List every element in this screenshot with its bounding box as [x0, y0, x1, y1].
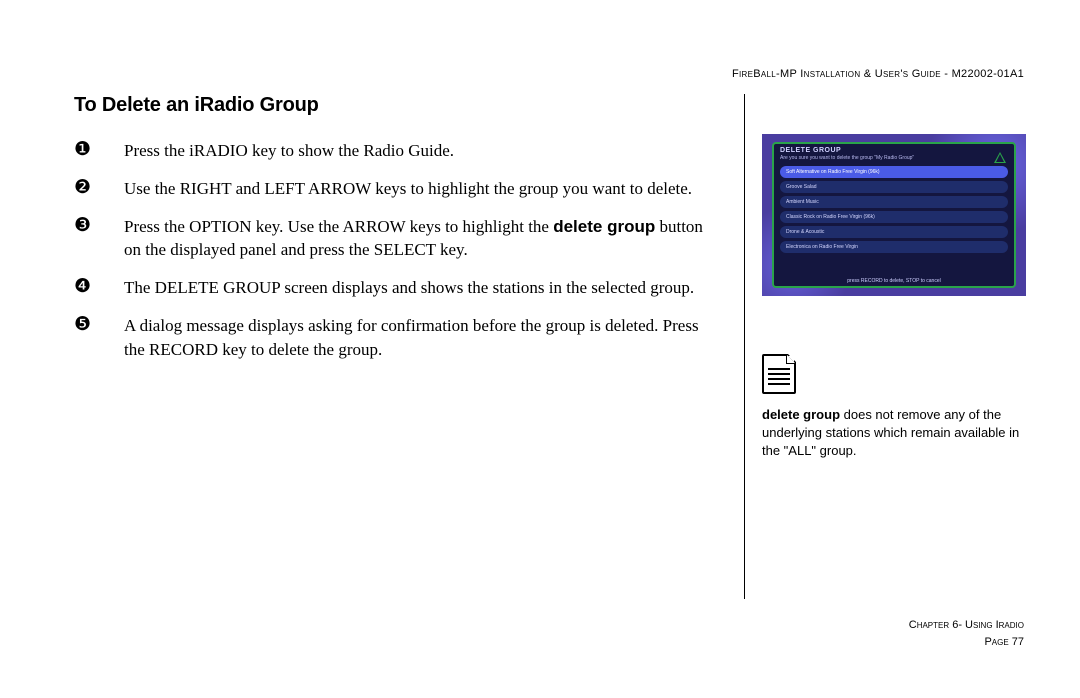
screenshot-panel: DELETE GROUP Are you sure you want to de… — [772, 142, 1016, 288]
document-page: FireBall-MP Installation & User's Guide … — [0, 0, 1080, 698]
page-footer: Chapter 6- Using Iradio Page 77 — [909, 617, 1024, 650]
main-column: To Delete an iRadio Group ❶ Press the iR… — [74, 94, 718, 376]
list-item: Ambient Music — [780, 196, 1008, 208]
warning-triangle-icon — [996, 154, 1004, 162]
list-item: Groove Salad — [780, 181, 1008, 193]
step-text: A dialog message displays asking for con… — [124, 314, 718, 376]
step-number: ❹ — [74, 276, 124, 314]
list-item: Drone & Acoustic — [780, 226, 1008, 238]
list-item: Classic Rock on Radio Free Virgin (96k) — [780, 211, 1008, 223]
step-row: ❹ The DELETE GROUP screen displays and s… — [74, 276, 718, 314]
step-number: ❷ — [74, 177, 124, 215]
step-list: ❶ Press the iRADIO key to show the Radio… — [74, 139, 718, 376]
step-text: The DELETE GROUP screen displays and sho… — [124, 276, 718, 314]
note-text: delete group does not remove any of the … — [762, 406, 1026, 461]
step-number: ❺ — [74, 314, 124, 376]
step-text: Press the OPTION key. Use the ARROW keys… — [124, 215, 718, 277]
step-number: ❶ — [74, 139, 124, 177]
footer-page: Page 77 — [909, 634, 1024, 651]
panel-subtitle: Are you sure you want to delete the grou… — [774, 154, 1014, 163]
note-icon-wrap — [762, 354, 1026, 394]
step-text: Press the iRADIO key to show the Radio G… — [124, 139, 718, 177]
panel-title: DELETE GROUP — [774, 144, 1014, 154]
column-divider — [744, 94, 745, 599]
step-row: ❶ Press the iRADIO key to show the Radio… — [74, 139, 718, 177]
section-title: To Delete an iRadio Group — [74, 94, 718, 117]
delete-group-screenshot: DELETE GROUP Are you sure you want to de… — [762, 134, 1026, 296]
doc-header: FireBall-MP Installation & User's Guide … — [732, 68, 1024, 80]
panel-footer: press RECORD to delete, STOP to cancel — [774, 278, 1014, 284]
step-row: ❸ Press the OPTION key. Use the ARROW ke… — [74, 215, 718, 277]
step-text: Use the RIGHT and LEFT ARROW keys to hig… — [124, 177, 718, 215]
step-row: ❷ Use the RIGHT and LEFT ARROW keys to h… — [74, 177, 718, 215]
list-item: Electronica on Radio Free Virgin — [780, 241, 1008, 253]
footer-chapter: Chapter 6- Using Iradio — [909, 617, 1024, 634]
side-column: DELETE GROUP Are you sure you want to de… — [762, 134, 1026, 461]
list-item: Soft Alternative on Radio Free Virgin (9… — [780, 166, 1008, 178]
step-number: ❸ — [74, 215, 124, 277]
step-row: ❺ A dialog message displays asking for c… — [74, 314, 718, 376]
note-page-icon — [762, 354, 796, 394]
